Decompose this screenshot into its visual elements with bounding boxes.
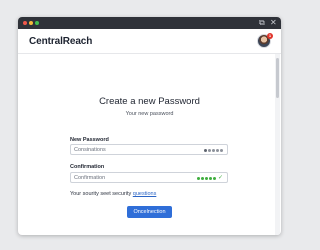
strength-dot	[208, 176, 212, 180]
strength-dot	[196, 176, 200, 180]
external-link-icon[interactable]: ⧉	[259, 18, 265, 28]
security-questions-hint: Your sourity seet security questions	[70, 191, 156, 197]
hint-text: Your sourity seet security	[70, 191, 132, 197]
confirmation-strength-indicator: ✓	[196, 175, 223, 181]
browser-window: ⧉ ✕ CentralReach 1 Create a new Password…	[18, 17, 281, 235]
scrollbar-thumb[interactable]	[276, 58, 279, 98]
close-window-button[interactable]	[23, 21, 27, 25]
confirmation-label: Confirmation	[70, 164, 105, 170]
strength-dot	[204, 148, 207, 152]
strength-dot	[204, 176, 208, 180]
strength-dot	[220, 148, 223, 152]
brand-logo[interactable]: CentralReach	[29, 36, 92, 47]
title-bar: ⧉ ✕	[18, 17, 281, 29]
security-questions-link[interactable]: questions	[133, 191, 157, 197]
submit-button[interactable]: Oncelnection	[127, 206, 172, 218]
app-header: CentralReach 1	[18, 29, 281, 54]
strength-dot	[212, 148, 215, 152]
password-strength-indicator	[204, 147, 223, 153]
confirmation-field[interactable]: ✓	[70, 172, 228, 183]
strength-dot	[216, 148, 219, 152]
notification-badge: 1	[267, 33, 273, 39]
new-password-label: New Password	[70, 137, 109, 143]
zoom-window-button[interactable]	[35, 21, 39, 25]
page-subtitle: Your new password	[125, 111, 174, 117]
confirmation-input[interactable]	[74, 174, 194, 182]
checkmark-icon: ✓	[217, 175, 223, 181]
close-icon[interactable]: ✕	[270, 18, 277, 28]
strength-dot	[212, 176, 216, 180]
strength-dot	[208, 148, 211, 152]
minimize-window-button[interactable]	[29, 21, 33, 25]
strength-dot	[200, 176, 204, 180]
page-title: Create a new Password	[99, 96, 200, 107]
new-password-input[interactable]	[74, 146, 194, 154]
new-password-field[interactable]	[70, 144, 228, 155]
